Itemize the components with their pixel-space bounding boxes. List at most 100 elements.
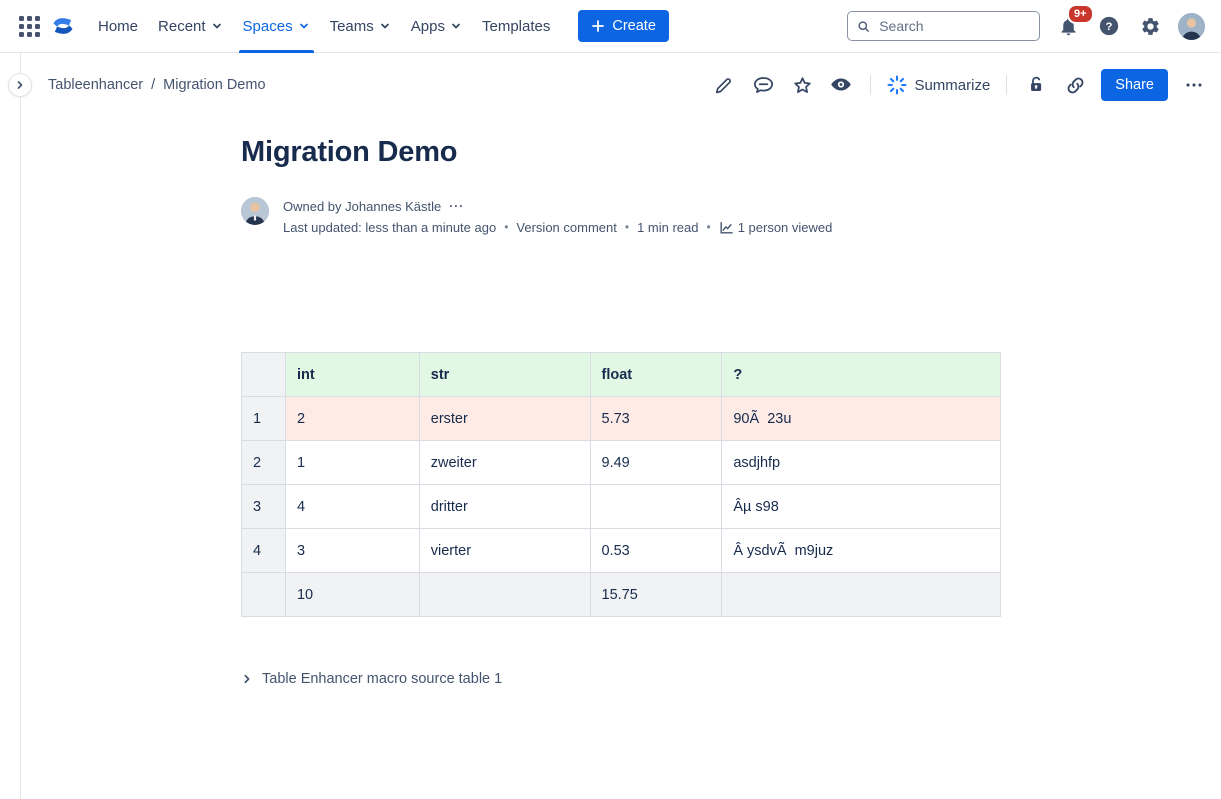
table-cell: 15.75	[590, 573, 722, 617]
row-number: 2	[242, 441, 286, 485]
pencil-icon	[713, 74, 735, 96]
nav-item-label: Spaces	[243, 18, 293, 35]
chevron-down-icon	[298, 20, 310, 32]
nav-item-apps[interactable]: Apps	[401, 0, 472, 53]
table-cell: 3	[285, 529, 419, 573]
settings-button[interactable]	[1137, 13, 1163, 39]
star-icon	[791, 74, 814, 97]
top-navigation: Home Recent Spaces Teams Apps Templates …	[0, 0, 1221, 53]
header-corner-cell	[242, 353, 286, 397]
version-comment[interactable]: Version comment	[516, 218, 616, 237]
table-cell	[419, 573, 590, 617]
views-label: 1 person viewed	[738, 218, 833, 237]
table-cell: zweiter	[419, 441, 590, 485]
row-number	[242, 573, 286, 617]
watch-button[interactable]	[828, 72, 854, 98]
meta-separator: •	[706, 218, 710, 237]
table-row: 43vierter0.53Â ysdvÃ m9juz	[242, 529, 1001, 573]
page-header-bar: Tableenhancer / Migration Demo Summarize	[0, 53, 1221, 117]
nav-item-label: Templates	[482, 18, 550, 35]
expand-sidebar-button[interactable]	[8, 73, 32, 97]
chevron-down-icon	[211, 20, 223, 32]
star-button[interactable]	[789, 72, 815, 98]
unlock-icon	[1025, 74, 1047, 96]
comments-button[interactable]	[750, 72, 776, 98]
create-button-label: Create	[612, 18, 656, 34]
demo-table: intstrfloat? 12erster5.7390Ã 23u21zweite…	[241, 352, 1001, 617]
table-cell	[590, 485, 722, 529]
table-row: 10 15.75	[242, 573, 1001, 617]
nav-item-label: Apps	[411, 18, 445, 35]
table-cell: Âµ s98	[722, 485, 1001, 529]
read-time: 1 min read	[637, 218, 698, 237]
search-icon	[857, 19, 870, 34]
nav-item-spaces[interactable]: Spaces	[233, 0, 320, 53]
nav-item-templates[interactable]: Templates	[472, 0, 560, 53]
question-circle-icon: ?	[1098, 15, 1120, 37]
share-button[interactable]: Share	[1101, 69, 1168, 101]
breadcrumb-page-link[interactable]: Migration Demo	[163, 77, 265, 93]
table-cell: vierter	[419, 529, 590, 573]
app-switcher-icon[interactable]	[12, 9, 46, 43]
table-cell: 2	[285, 397, 419, 441]
table-cell: 5.73	[590, 397, 722, 441]
search-box[interactable]	[847, 11, 1040, 41]
row-number: 1	[242, 397, 286, 441]
breadcrumb: Tableenhancer / Migration Demo	[48, 77, 266, 93]
byline-more-icon[interactable]: ···	[449, 197, 464, 216]
table-cell: Â ysdvÃ m9juz	[722, 529, 1001, 573]
column-header: ?	[722, 353, 1001, 397]
svg-text:?: ?	[1106, 21, 1113, 33]
author-avatar[interactable]	[241, 197, 269, 225]
table-cell: 9.49	[590, 441, 722, 485]
last-updated: Last updated: less than a minute ago	[283, 218, 496, 237]
link-icon	[1064, 74, 1087, 97]
edit-button[interactable]	[711, 72, 737, 98]
page-content: Migration Demo Owned by Johannes Kästle …	[241, 135, 1001, 687]
views-analytics[interactable]: 1 person viewed	[719, 218, 833, 237]
more-actions-button[interactable]	[1181, 72, 1207, 98]
chevron-right-icon	[14, 79, 26, 91]
nav-item-label: Teams	[330, 18, 374, 35]
demo-table-body: 12erster5.7390Ã 23u21zweiter9.49asdjhfp3…	[242, 397, 1001, 617]
column-header: int	[285, 353, 419, 397]
eye-icon	[829, 73, 853, 97]
nav-item-teams[interactable]: Teams	[320, 0, 401, 53]
chevron-down-icon	[379, 20, 391, 32]
column-header: float	[590, 353, 722, 397]
table-row: 12erster5.7390Ã 23u	[242, 397, 1001, 441]
table-cell: erster	[419, 397, 590, 441]
meta-separator: •	[625, 218, 629, 237]
nav-item-label: Home	[98, 18, 138, 35]
notifications-button[interactable]: 9+	[1055, 13, 1081, 39]
source-table-expander[interactable]: Table Enhancer macro source table 1	[241, 671, 1001, 687]
chevron-right-icon	[241, 673, 253, 685]
owned-by[interactable]: Owned by Johannes Kästle	[283, 197, 441, 216]
ellipsis-icon	[1183, 74, 1205, 96]
table-row: 34dritterÂµ s98	[242, 485, 1001, 529]
plus-icon	[591, 19, 605, 33]
sparkle-icon	[887, 75, 907, 95]
table-row: 21zweiter9.49asdjhfp	[242, 441, 1001, 485]
column-header: str	[419, 353, 590, 397]
summarize-button[interactable]: Summarize	[887, 75, 990, 95]
divider	[870, 75, 871, 95]
byline: Owned by Johannes Kästle ··· Last update…	[241, 197, 1001, 237]
create-button[interactable]: Create	[578, 10, 669, 42]
row-number: 3	[242, 485, 286, 529]
copy-link-button[interactable]	[1062, 72, 1088, 98]
notification-badge: 9+	[1067, 4, 1094, 24]
table-cell: asdjhfp	[722, 441, 1001, 485]
table-cell	[722, 573, 1001, 617]
user-avatar[interactable]	[1178, 13, 1205, 40]
nav-item-home[interactable]: Home	[88, 0, 148, 53]
table-cell: 10	[285, 573, 419, 617]
nav-item-recent[interactable]: Recent	[148, 0, 233, 53]
row-number: 4	[242, 529, 286, 573]
confluence-logo-icon[interactable]	[46, 9, 80, 43]
breadcrumb-space-link[interactable]: Tableenhancer	[48, 77, 143, 93]
search-input[interactable]	[877, 17, 1030, 35]
restrictions-button[interactable]	[1023, 72, 1049, 98]
gear-icon	[1140, 16, 1161, 37]
help-button[interactable]: ?	[1096, 13, 1122, 39]
